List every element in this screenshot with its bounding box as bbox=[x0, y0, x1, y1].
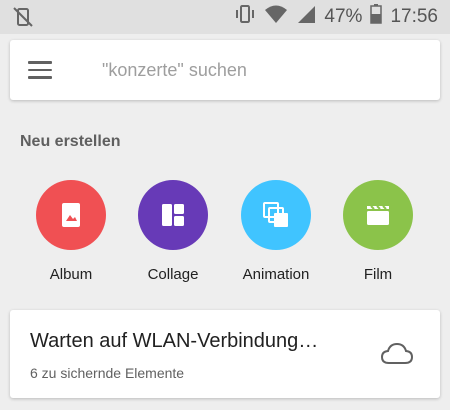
animation-label: Animation bbox=[242, 266, 310, 283]
search-input[interactable] bbox=[100, 58, 424, 82]
wifi-icon bbox=[264, 4, 288, 30]
animation-icon bbox=[263, 202, 288, 227]
create-section-title: Neu erstellen bbox=[20, 133, 121, 150]
film-circle bbox=[343, 180, 413, 250]
backup-status-card[interactable]: Warten auf WLAN-Verbindung… 6 zu sichern… bbox=[10, 310, 440, 398]
battery-icon bbox=[370, 4, 383, 30]
collage-circle bbox=[138, 180, 208, 250]
create-album-button[interactable]: Album bbox=[26, 180, 116, 283]
signal-icon bbox=[296, 4, 316, 30]
create-film-button[interactable]: Film bbox=[333, 180, 423, 283]
collage-label: Collage bbox=[147, 266, 199, 283]
film-icon bbox=[367, 205, 389, 225]
backup-status-subtitle: 6 zu sichernde Elemente bbox=[30, 365, 185, 381]
status-bar: 47% 17:56 bbox=[0, 0, 450, 34]
album-label: Album bbox=[49, 266, 93, 283]
animation-circle bbox=[241, 180, 311, 250]
vibrate-icon bbox=[234, 4, 256, 30]
hamburger-menu-icon[interactable] bbox=[28, 61, 52, 79]
film-label: Film bbox=[363, 266, 393, 283]
clock: 17:56 bbox=[390, 6, 438, 27]
cloud-icon bbox=[380, 342, 414, 366]
search-bar bbox=[10, 40, 440, 100]
collage-icon bbox=[162, 204, 184, 226]
create-animation-button[interactable]: Animation bbox=[231, 180, 321, 283]
vibrate-off-icon bbox=[12, 6, 34, 28]
create-collage-button[interactable]: Collage bbox=[128, 180, 218, 283]
battery-percent: 47% bbox=[324, 6, 363, 27]
backup-status-title: Warten auf WLAN-Verbindung… bbox=[30, 330, 319, 352]
album-circle bbox=[36, 180, 106, 250]
album-icon bbox=[62, 203, 80, 227]
